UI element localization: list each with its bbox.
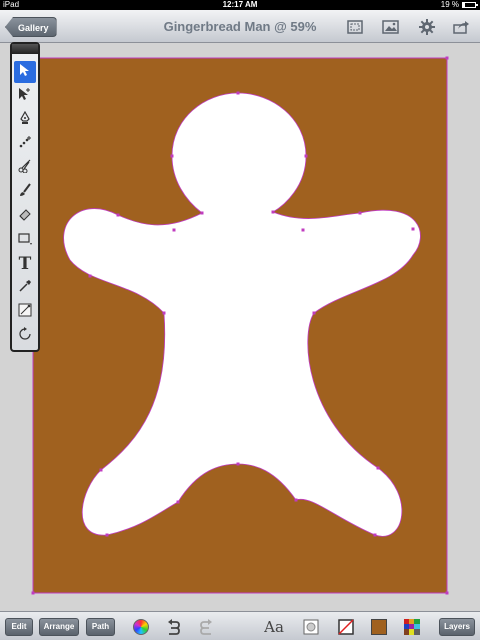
anchor-point[interactable] [312,311,316,315]
add-anchor-icon [18,135,32,154]
add-anchor-tool[interactable] [14,133,36,155]
arrange-button[interactable]: Arrange [39,618,79,636]
share-icon[interactable] [451,17,471,37]
palette-grip[interactable] [12,44,38,54]
arrow-icon [19,63,31,82]
no-stroke-icon[interactable] [336,617,356,637]
anchor-point[interactable] [200,211,204,215]
eyedropper-tool[interactable] [14,277,36,299]
anchor-point[interactable] [88,274,92,278]
anchor-point[interactable] [162,311,166,315]
swatches-icon[interactable] [402,617,422,637]
document-title: Gingerbread Man @ 59% [163,19,317,34]
tools-palette: T [10,42,40,352]
rotate-icon [18,326,32,346]
select-tool[interactable] [14,61,36,83]
anchor-point[interactable] [116,213,120,217]
redo-icon [196,617,216,637]
anchor-point[interactable] [301,228,305,232]
stroke-style-icon[interactable] [301,617,321,637]
anchor-point[interactable] [99,468,103,472]
clock: 12:17 AM [222,0,258,9]
battery-percent: 19 % [440,0,459,9]
rectangle-icon [18,231,32,250]
anchor-point[interactable] [445,591,449,595]
layers-button[interactable]: Layers [439,618,475,636]
battery-icon [462,2,478,8]
anchor-point[interactable] [304,154,308,158]
node-tool[interactable] [14,85,36,107]
node-arrow-icon [18,87,32,106]
font-button[interactable]: Aa [261,617,287,637]
gallery-button[interactable]: Gallery [5,17,57,37]
eraser-icon [18,207,32,226]
brush-tool[interactable] [14,181,36,203]
rotate-tool[interactable] [14,325,36,347]
anchor-point[interactable] [236,462,240,466]
anchor-point[interactable] [176,500,180,504]
undo-icon[interactable] [164,617,184,637]
scissors-icon [18,159,32,178]
scissors-tool[interactable] [14,157,36,179]
pen-tool[interactable] [14,109,36,131]
status-bar: iPad 12:17 AM 19 % [0,0,480,10]
color-wheel-icon[interactable] [131,617,151,637]
shape-tool[interactable] [14,229,36,251]
image-icon[interactable] [380,17,400,37]
gradient-icon [18,303,32,322]
anchor-point[interactable] [411,227,415,231]
eyedropper-icon [18,279,32,298]
anchor-point[interactable] [170,154,174,158]
anchor-point[interactable] [271,210,275,214]
anchor-point[interactable] [376,466,380,470]
text-t-icon: T [18,254,32,274]
eraser-tool[interactable] [14,205,36,227]
path-button[interactable]: Path [86,618,115,636]
anchor-point[interactable] [294,498,298,502]
text-tool[interactable]: T [14,253,36,275]
brush-icon [18,182,32,202]
pen-nib-icon [19,110,31,130]
anchor-point[interactable] [172,228,176,232]
bottom-toolbar: Edit Arrange Path Aa Layers [0,611,480,640]
anchor-point[interactable] [105,533,109,537]
drawing-canvas[interactable] [0,44,480,610]
battery-status: 19 % [440,0,478,10]
font-aa-icon: Aa [264,618,284,636]
edit-button[interactable]: Edit [5,618,33,636]
gradient-tool[interactable] [14,301,36,323]
gear-icon[interactable] [417,17,437,37]
top-toolbar: Gallery Gingerbread Man @ 59% [0,10,480,43]
anchor-point[interactable] [358,211,362,215]
fill-color-swatch[interactable] [369,617,389,637]
anchor-point[interactable] [31,591,35,595]
fit-screen-icon[interactable] [345,17,365,37]
anchor-point[interactable] [445,56,449,60]
anchor-point[interactable] [373,533,377,537]
anchor-point[interactable] [236,91,240,95]
